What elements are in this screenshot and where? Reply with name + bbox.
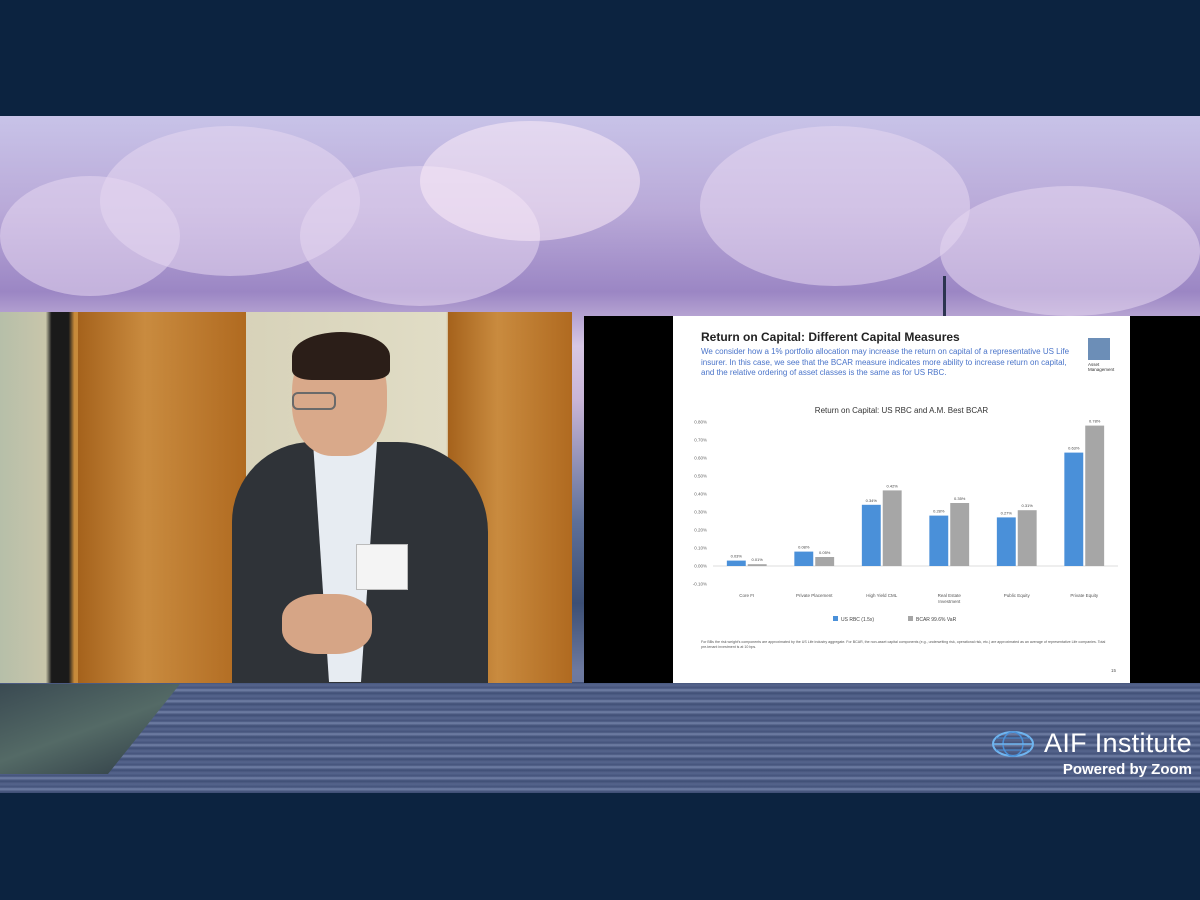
x-tick-label: High Yield CML bbox=[866, 593, 898, 598]
x-tick-label: Investment bbox=[938, 599, 961, 604]
brand-name: AIF Institute bbox=[1044, 728, 1192, 758]
powered-by: Powered by Zoom bbox=[1062, 761, 1192, 778]
bar-chart: -0.10% 0.00% 0.10% 0.20% 0.30% 0.40% 0.50% 0.60… bbox=[693, 419, 1118, 623]
x-tick-label: Real Estate bbox=[938, 593, 962, 598]
data-label: 0.63% bbox=[1068, 446, 1080, 451]
data-label: 0.42% bbox=[887, 483, 899, 488]
legend-swatch bbox=[908, 616, 913, 621]
data-label: 0.78% bbox=[1089, 419, 1101, 424]
y-tick-label: 0.50% bbox=[694, 474, 707, 479]
data-label: 0.27% bbox=[1001, 510, 1013, 515]
bar-bcar bbox=[950, 503, 970, 566]
bar-us-rbc bbox=[794, 551, 814, 566]
data-label: 0.03% bbox=[731, 554, 743, 559]
y-tick-label: 0.70% bbox=[694, 438, 707, 443]
data-label: 0.31% bbox=[1022, 503, 1034, 508]
bar-us-rbc bbox=[1064, 452, 1084, 566]
y-tick-label: 0.40% bbox=[694, 492, 707, 497]
slide-title: Return on Capital: Different Capital Mea… bbox=[701, 330, 960, 344]
y-tick-label: 0.00% bbox=[694, 564, 707, 569]
data-label: 0.34% bbox=[866, 498, 878, 503]
speaker-video bbox=[0, 312, 572, 683]
screen-share: Return on Capital: Different Capital Mea… bbox=[584, 316, 1200, 683]
data-label: 0.01% bbox=[752, 557, 764, 562]
speaker-hands bbox=[282, 594, 372, 654]
bar-us-rbc bbox=[726, 560, 746, 566]
name-badge bbox=[356, 544, 408, 590]
bar-bcar bbox=[1017, 510, 1037, 566]
bar-us-rbc bbox=[996, 517, 1016, 566]
y-tick-label: 0.60% bbox=[694, 456, 707, 461]
data-label: 0.28% bbox=[933, 509, 945, 514]
globe-icon bbox=[992, 730, 1035, 757]
data-label: 0.05% bbox=[819, 550, 831, 555]
bar-us-rbc bbox=[929, 515, 949, 566]
branding: AIF Institute Powered by Zoom bbox=[990, 728, 1192, 778]
y-tick-label: 0.30% bbox=[694, 510, 707, 515]
bar-bcar bbox=[815, 557, 835, 566]
presentation-slide: Return on Capital: Different Capital Mea… bbox=[673, 316, 1130, 683]
logo-caption: Asset Management bbox=[1088, 362, 1115, 372]
legend-label: US RBC (1.5x) bbox=[841, 617, 874, 623]
data-label: 0.35% bbox=[954, 496, 966, 501]
slide-footnote: For BBs the risk weight's components are… bbox=[701, 640, 1106, 649]
y-tick-label: 0.10% bbox=[694, 546, 707, 551]
bar-bcar bbox=[882, 490, 902, 566]
x-tick-label: Private Placement bbox=[796, 593, 833, 598]
top-letterbox bbox=[0, 0, 1200, 116]
y-tick-label: -0.10% bbox=[693, 582, 707, 587]
page-number: 15 bbox=[1110, 668, 1116, 673]
speaker-hair bbox=[292, 332, 390, 380]
speaker-glasses bbox=[292, 392, 336, 410]
slide-subtitle: We consider how a 1% portfolio allocatio… bbox=[701, 347, 1070, 377]
x-tick-label: Private Equity bbox=[1070, 593, 1099, 598]
data-label: 0.08% bbox=[798, 545, 810, 550]
legend-label: BCAR 99.6% VaR bbox=[916, 617, 957, 623]
bar-us-rbc bbox=[861, 504, 881, 566]
y-tick-label: 0.20% bbox=[694, 528, 707, 533]
y-tick-label: 0.80% bbox=[694, 420, 707, 425]
bottom-letterbox bbox=[0, 793, 1200, 900]
company-logo bbox=[1088, 338, 1110, 360]
bar-bcar bbox=[1085, 425, 1105, 566]
bar-bcar bbox=[747, 564, 767, 566]
legend-swatch bbox=[833, 616, 838, 621]
x-tick-label: Core FI bbox=[739, 593, 754, 598]
x-tick-label: Public Equity bbox=[1004, 593, 1031, 598]
